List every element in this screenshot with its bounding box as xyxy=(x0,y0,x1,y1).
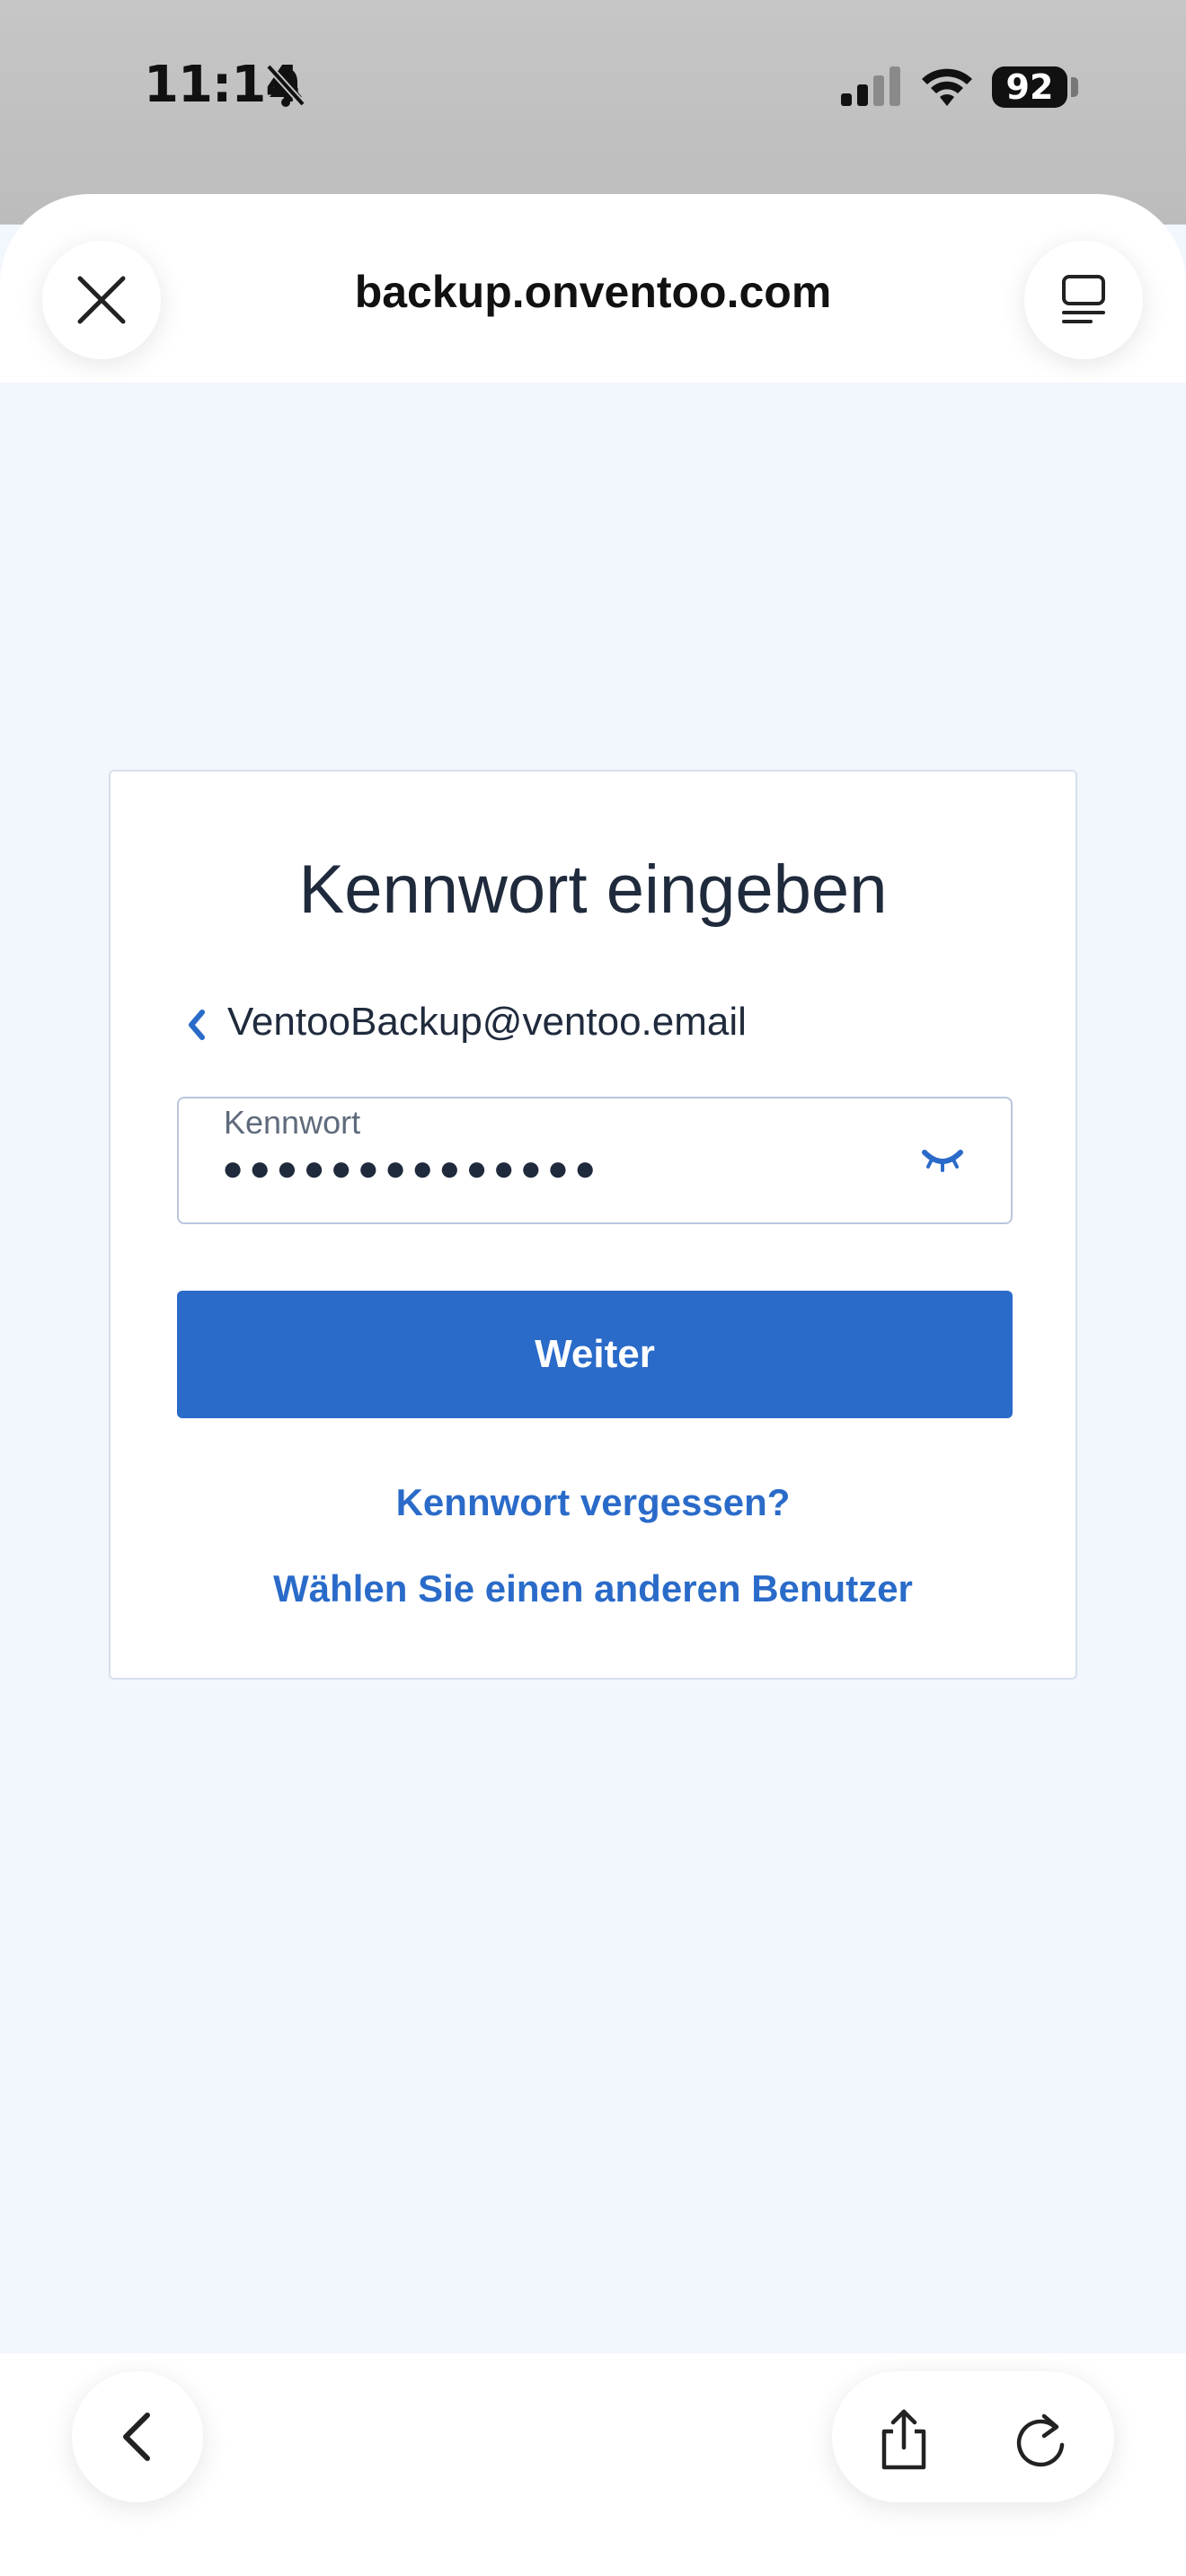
status-bar: 11:14 92 xyxy=(0,0,1186,225)
cellular-signal-icon xyxy=(841,66,900,106)
password-label: Kennwort xyxy=(224,1104,361,1141)
bell-muted-icon xyxy=(266,64,305,107)
share-icon xyxy=(881,2409,926,2470)
tab-overview-icon xyxy=(1062,275,1105,323)
url-text[interactable]: backup.onventoo.com xyxy=(0,266,1186,318)
reload-icon xyxy=(1016,2413,1065,2467)
password-field[interactable]: Kennwort ●●●●●●●●●●●●●● xyxy=(177,1097,1013,1224)
back-button[interactable] xyxy=(72,2371,203,2502)
chevron-left-icon[interactable] xyxy=(184,1007,208,1043)
password-input[interactable]: ●●●●●●●●●●●●●● xyxy=(222,1149,601,1189)
browser-top-bar: backup.onventoo.com xyxy=(0,194,1186,383)
tab-overview-button[interactable] xyxy=(1024,241,1143,359)
share-button[interactable] xyxy=(868,2404,940,2475)
eye-closed-icon[interactable] xyxy=(921,1145,964,1178)
other-user-link[interactable]: Wählen Sie einen anderen Benutzer xyxy=(111,1567,1075,1610)
chevron-left-icon xyxy=(123,2413,150,2461)
battery-tip xyxy=(1071,77,1078,97)
reload-button[interactable] xyxy=(1005,2404,1076,2475)
actions-pill xyxy=(832,2371,1114,2502)
account-email[interactable]: VentooBackup@ventoo.email xyxy=(227,1000,747,1045)
browser-bottom-toolbar xyxy=(0,2353,1186,2576)
login-card: Kennwort eingeben VentooBackup@ventoo.em… xyxy=(109,770,1077,1680)
battery-indicator: 92 xyxy=(992,66,1067,108)
wifi-icon xyxy=(922,68,972,106)
submit-button[interactable]: Weiter xyxy=(177,1291,1013,1418)
page-title: Kennwort eingeben xyxy=(298,851,888,928)
screen: 11:14 92 backup.onventoo.com Kennwort ei… xyxy=(0,0,1186,2576)
forgot-password-link[interactable]: Kennwort vergessen? xyxy=(111,1481,1075,1524)
